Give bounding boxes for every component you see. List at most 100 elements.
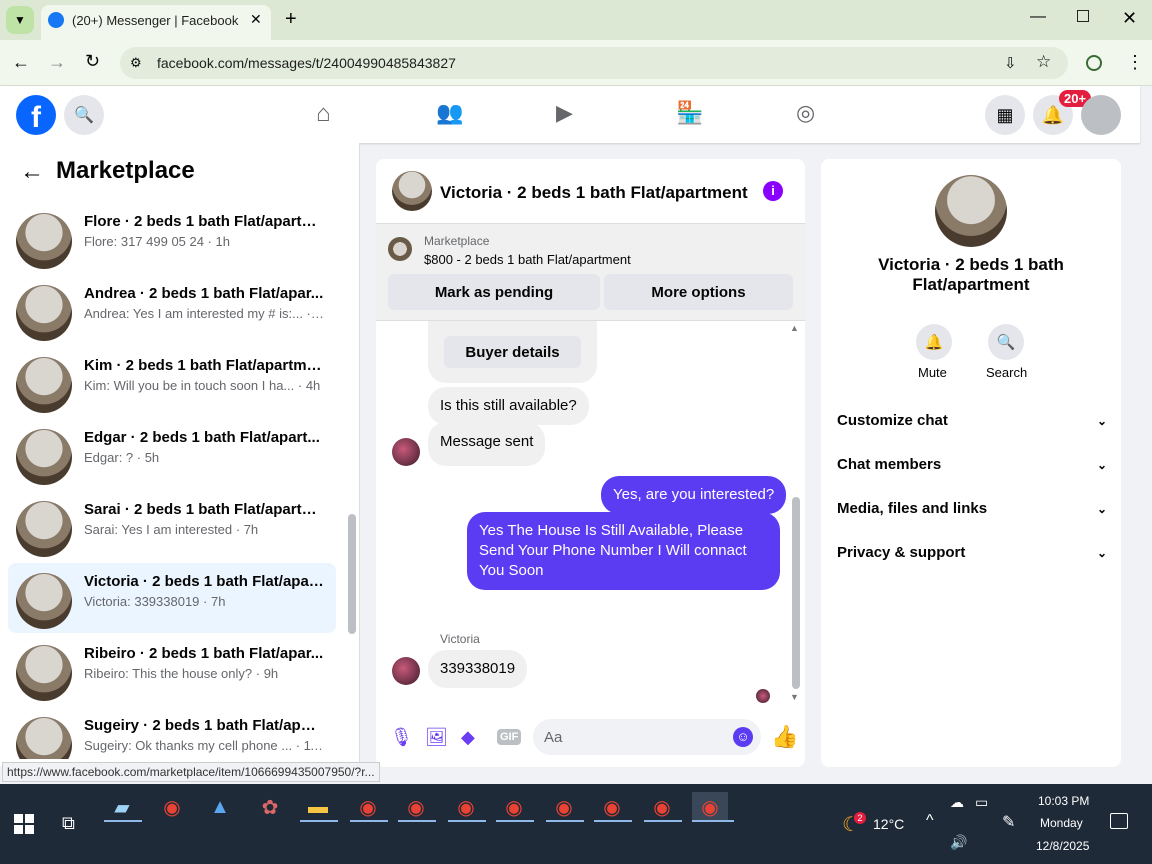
chevron-down-icon: ⌄ <box>1096 502 1107 516</box>
customize-chat-row[interactable]: Customize chat ⌄ <box>837 412 1107 429</box>
mute-button[interactable]: 🔔 <box>916 324 952 360</box>
conversation-item[interactable]: Ribeiro · 2 beds 1 bath Flat/apar... Ribe… <box>8 635 336 705</box>
install-app-icon[interactable]: ⇩ <box>1004 54 1017 72</box>
microphone-icon[interactable]: 🎙 <box>390 727 413 748</box>
conversation-item[interactable]: Sugeiry · 2 beds 1 bath Flat/apar... Suge… <box>8 707 336 759</box>
marketplace-title: Marketplace <box>56 157 195 184</box>
chrome-profile-icon[interactable]: ◉ <box>546 792 582 822</box>
back-arrow-icon[interactable]: ← <box>20 158 44 186</box>
gif-icon[interactable]: GIF <box>497 729 522 745</box>
conversation-item[interactable]: Edgar · 2 beds 1 bath Flat/apart... Edgar… <box>8 419 336 489</box>
conversation-item[interactable]: Andrea · 2 beds 1 bath Flat/apar... Andre… <box>8 275 336 345</box>
maximize-icon[interactable] <box>1077 10 1089 22</box>
more-options-button[interactable]: More options <box>604 274 793 310</box>
site-info-icon[interactable]: ⚙ <box>130 55 142 71</box>
bookmark-star-icon[interactable]: ☆ <box>1036 52 1051 72</box>
buyer-details-button[interactable]: Buyer details <box>444 336 581 368</box>
conversation-preview: Ribeiro: This the house only? · 9h <box>84 666 279 681</box>
clock-time[interactable]: 10:03 PM <box>1038 794 1089 808</box>
close-tab-icon[interactable]: ✕ <box>250 11 262 28</box>
info-icon[interactable]: i <box>763 181 783 201</box>
chrome-profile-icon[interactable]: ◉ <box>448 792 484 822</box>
menu-icon[interactable]: ⋮ <box>1126 52 1144 73</box>
facebook-logo-icon[interactable]: f <box>16 95 56 135</box>
marketplace-icon[interactable]: 🏪 <box>676 100 704 128</box>
network-icon[interactable]: ▭ <box>975 794 988 811</box>
listing-text[interactable]: $800 - 2 beds 1 bath Flat/apartment <box>424 252 631 267</box>
tab-search-button[interactable]: ▼ <box>6 6 34 34</box>
message-outgoing[interactable]: Yes The House Is Still Available, Please… <box>467 512 780 590</box>
chrome-profile-icon[interactable]: ◉ <box>496 792 532 822</box>
message-input[interactable] <box>533 719 761 755</box>
conversation-title: Victoria · 2 beds 1 bath Flat/apar... <box>84 573 324 590</box>
photo-icon[interactable]: 🖼 <box>425 727 448 748</box>
chrome-profile-icon[interactable]: ◉ <box>350 792 386 822</box>
forward-icon[interactable]: → <box>48 52 66 73</box>
like-icon[interactable]: 👍 <box>771 724 798 750</box>
windows-start-icon[interactable] <box>14 814 34 834</box>
message-incoming[interactable]: Is this still available? <box>428 387 589 425</box>
friends-icon[interactable]: 👥 <box>436 100 464 128</box>
privacy-support-row[interactable]: Privacy & support ⌄ <box>837 544 1107 561</box>
groups-icon[interactable]: ◎ <box>796 100 824 128</box>
notification-center-icon[interactable] <box>1110 813 1128 829</box>
chrome-profile-icon[interactable]: ◉ <box>594 792 630 822</box>
message-incoming[interactable]: Message sent <box>428 422 546 466</box>
taskbar-underline <box>496 820 534 822</box>
tray-chevron-up-icon[interactable]: ^ <box>926 812 934 830</box>
chevron-down-icon: ▼ <box>14 13 26 27</box>
taskbar-app-icon[interactable]: ▲ <box>202 792 238 822</box>
listing-thumbnail <box>16 501 72 557</box>
minimize-icon[interactable]: — <box>1030 8 1046 26</box>
chrome-profile-icon[interactable]: ◉ <box>398 792 434 822</box>
task-view-icon[interactable]: ⧉ <box>62 813 75 834</box>
conversation-title: Sarai · 2 beds 1 bath Flat/apartm... <box>84 501 324 518</box>
chat-scrollbar[interactable] <box>792 497 800 689</box>
scroll-up-icon[interactable]: ▲ <box>790 323 799 333</box>
status-url: https://www.facebook.com/marketplace/ite… <box>2 762 380 782</box>
chrome-icon[interactable]: ◉ <box>154 792 190 822</box>
media-files-links-row[interactable]: Media, files and links ⌄ <box>837 500 1107 517</box>
account-avatar[interactable] <box>1081 95 1121 135</box>
conversation-item-selected[interactable]: Victoria · 2 beds 1 bath Flat/apar... Vic… <box>8 563 336 633</box>
taskbar-underline <box>644 820 682 822</box>
temperature[interactable]: 12°C <box>873 816 904 832</box>
message-outgoing[interactable]: Yes, are you interested? <box>601 476 787 514</box>
close-window-icon[interactable]: ✕ <box>1122 8 1137 29</box>
clock-day[interactable]: Monday <box>1040 816 1083 830</box>
conversation-title: Ribeiro · 2 beds 1 bath Flat/apar... <box>84 645 324 662</box>
chrome-profile-icon[interactable]: ◉ <box>644 792 680 822</box>
chat-members-row[interactable]: Chat members ⌄ <box>837 456 1107 473</box>
reload-icon[interactable]: ↻ <box>85 51 100 72</box>
profile-icon[interactable] <box>1086 55 1102 71</box>
sticker-icon[interactable]: ◆ <box>461 727 475 748</box>
taskbar-app-icon[interactable]: ✿ <box>252 792 288 822</box>
taskbar-app-icon[interactable]: ▰ <box>104 792 140 822</box>
file-explorer-icon[interactable]: ▬ <box>300 792 336 822</box>
row-label: Media, files and links <box>837 500 988 517</box>
message-incoming[interactable]: 339338019 <box>428 650 528 688</box>
back-icon[interactable]: ← <box>12 52 30 73</box>
listing-thumbnail <box>16 357 72 413</box>
conversation-item[interactable]: Sarai · 2 beds 1 bath Flat/apartm... Sara… <box>8 491 336 561</box>
onedrive-icon[interactable]: ☁ <box>950 794 964 811</box>
chrome-profile-icon-active[interactable]: ◉ <box>692 792 728 822</box>
search-chat-button[interactable]: 🔍 <box>988 324 1024 360</box>
conversation-item[interactable]: Kim · 2 beds 1 bath Flat/apartme... Kim: … <box>8 347 336 417</box>
video-icon[interactable]: ▶ <box>556 100 584 128</box>
clock-date[interactable]: 12/8/2025 <box>1036 839 1089 853</box>
menu-grid-button[interactable]: ▦ <box>985 95 1025 135</box>
chat-header-thumbnail <box>392 171 432 211</box>
conversation-item[interactable]: Flore · 2 beds 1 bath Flat/apartm... Flor… <box>8 203 336 273</box>
taskbar-underline <box>104 820 142 822</box>
left-scrollbar[interactable] <box>348 514 356 634</box>
volume-icon[interactable]: 🔊 <box>950 834 967 851</box>
home-icon[interactable]: ⌂ <box>316 100 344 128</box>
mark-as-pending-button[interactable]: Mark as pending <box>388 274 600 310</box>
emoji-icon[interactable]: ☺ <box>733 727 753 747</box>
pen-icon[interactable]: ✎ <box>1002 812 1015 832</box>
new-tab-icon[interactable]: + <box>285 8 297 31</box>
conversation-preview: Flore: 317 499 05 24 · 1h <box>84 234 230 249</box>
scroll-down-icon[interactable]: ▼ <box>790 692 799 702</box>
search-button[interactable]: 🔍 <box>64 95 104 135</box>
